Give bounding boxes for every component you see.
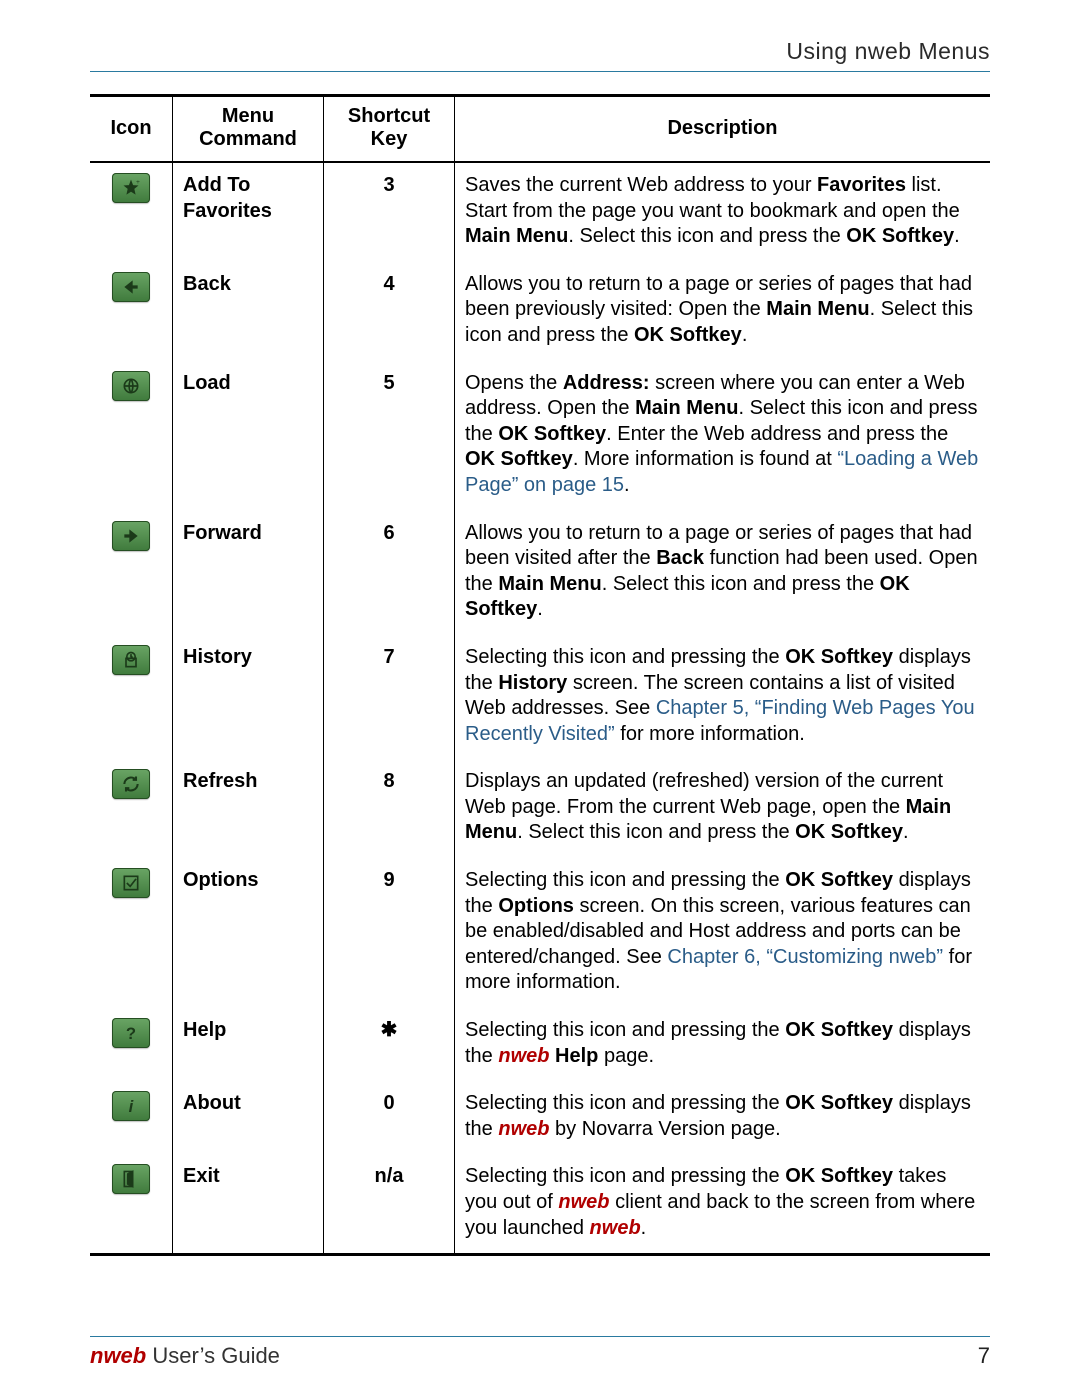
cell-key: 4 bbox=[324, 262, 455, 361]
cell-command: Forward bbox=[173, 511, 324, 635]
col-header-key: Shortcut Key bbox=[324, 96, 455, 163]
table-row: i About0Selecting this icon and pressing … bbox=[90, 1081, 990, 1154]
cell-icon: + bbox=[90, 162, 173, 262]
col-header-desc: Description bbox=[455, 96, 991, 163]
page-footer: nweb User’s Guide 7 bbox=[90, 1336, 990, 1369]
cell-key: 0 bbox=[324, 1081, 455, 1154]
cell-command: About bbox=[173, 1081, 324, 1154]
cell-icon bbox=[90, 635, 173, 759]
cell-key: 8 bbox=[324, 759, 455, 858]
cell-description: Allows you to return to a page or series… bbox=[455, 262, 991, 361]
history-icon bbox=[112, 645, 150, 675]
footer-title: nweb User’s Guide bbox=[90, 1343, 280, 1369]
cell-icon: ? bbox=[90, 1008, 173, 1081]
cell-icon bbox=[90, 858, 173, 1008]
cell-description: Selecting this icon and pressing the OK … bbox=[455, 1008, 991, 1081]
running-header: Using nweb Menus bbox=[90, 38, 990, 72]
menu-table: Icon Menu Command Shortcut Key Descripti… bbox=[90, 94, 990, 1256]
cell-command: Options bbox=[173, 858, 324, 1008]
cell-description: Selecting this icon and pressing the OK … bbox=[455, 1154, 991, 1254]
cell-icon: i bbox=[90, 1081, 173, 1154]
cell-key: 6 bbox=[324, 511, 455, 635]
svg-text:i: i bbox=[129, 1097, 134, 1116]
cell-icon bbox=[90, 759, 173, 858]
refresh-icon bbox=[112, 769, 150, 799]
footer-nweb: nweb bbox=[90, 1343, 146, 1368]
table-row: Forward6Allows you to return to a page o… bbox=[90, 511, 990, 635]
cell-icon bbox=[90, 361, 173, 511]
cell-icon bbox=[90, 1154, 173, 1254]
cell-icon bbox=[90, 511, 173, 635]
cell-key: ✱ bbox=[324, 1008, 455, 1081]
cell-description: Saves the current Web address to your Fa… bbox=[455, 162, 991, 262]
cell-command: Load bbox=[173, 361, 324, 511]
cell-key: n/a bbox=[324, 1154, 455, 1254]
cell-icon bbox=[90, 262, 173, 361]
table-row: History7Selecting this icon and pressing… bbox=[90, 635, 990, 759]
cell-description: Allows you to return to a page or series… bbox=[455, 511, 991, 635]
cell-command: Back bbox=[173, 262, 324, 361]
cell-description: Selecting this icon and pressing the OK … bbox=[455, 635, 991, 759]
cell-command: Add To Favorites bbox=[173, 162, 324, 262]
exit-icon bbox=[112, 1164, 150, 1194]
load-icon bbox=[112, 371, 150, 401]
cell-command: Refresh bbox=[173, 759, 324, 858]
document-page: Using nweb Menus Icon Menu Command Short… bbox=[0, 0, 1080, 1397]
back-icon bbox=[112, 272, 150, 302]
table-row: Refresh8Displays an updated (refreshed) … bbox=[90, 759, 990, 858]
table-row: Exitn/aSelecting this icon and pressing … bbox=[90, 1154, 990, 1254]
col-header-command: Menu Command bbox=[173, 96, 324, 163]
col-header-icon: Icon bbox=[90, 96, 173, 163]
table-row: Back4Allows you to return to a page or s… bbox=[90, 262, 990, 361]
about-icon: i bbox=[112, 1091, 150, 1121]
cell-command: History bbox=[173, 635, 324, 759]
cell-description: Opens the Address: screen where you can … bbox=[455, 361, 991, 511]
table-body: + Add To Favorites3Saves the current Web … bbox=[90, 162, 990, 1255]
cell-key: 5 bbox=[324, 361, 455, 511]
cell-command: Exit bbox=[173, 1154, 324, 1254]
table-header-row: Icon Menu Command Shortcut Key Descripti… bbox=[90, 96, 990, 163]
cell-key: 7 bbox=[324, 635, 455, 759]
table-row: ? Help✱Selecting this icon and pressing t… bbox=[90, 1008, 990, 1081]
cell-command: Help bbox=[173, 1008, 324, 1081]
help-icon: ? bbox=[112, 1018, 150, 1048]
table-row: + Add To Favorites3Saves the current Web … bbox=[90, 162, 990, 262]
table-row: Options9Selecting this icon and pressing… bbox=[90, 858, 990, 1008]
cell-description: Selecting this icon and pressing the OK … bbox=[455, 1081, 991, 1154]
footer-rest: User’s Guide bbox=[146, 1343, 280, 1368]
page-number: 7 bbox=[978, 1343, 990, 1369]
cell-key: 3 bbox=[324, 162, 455, 262]
table-row: Load5Opens the Address: screen where you… bbox=[90, 361, 990, 511]
cell-description: Selecting this icon and pressing the OK … bbox=[455, 858, 991, 1008]
forward-icon bbox=[112, 521, 150, 551]
cell-description: Displays an updated (refreshed) version … bbox=[455, 759, 991, 858]
svg-text:+: + bbox=[136, 179, 140, 186]
cell-key: 9 bbox=[324, 858, 455, 1008]
options-icon bbox=[112, 868, 150, 898]
svg-text:?: ? bbox=[126, 1024, 136, 1043]
favorites-icon: + bbox=[112, 173, 150, 203]
